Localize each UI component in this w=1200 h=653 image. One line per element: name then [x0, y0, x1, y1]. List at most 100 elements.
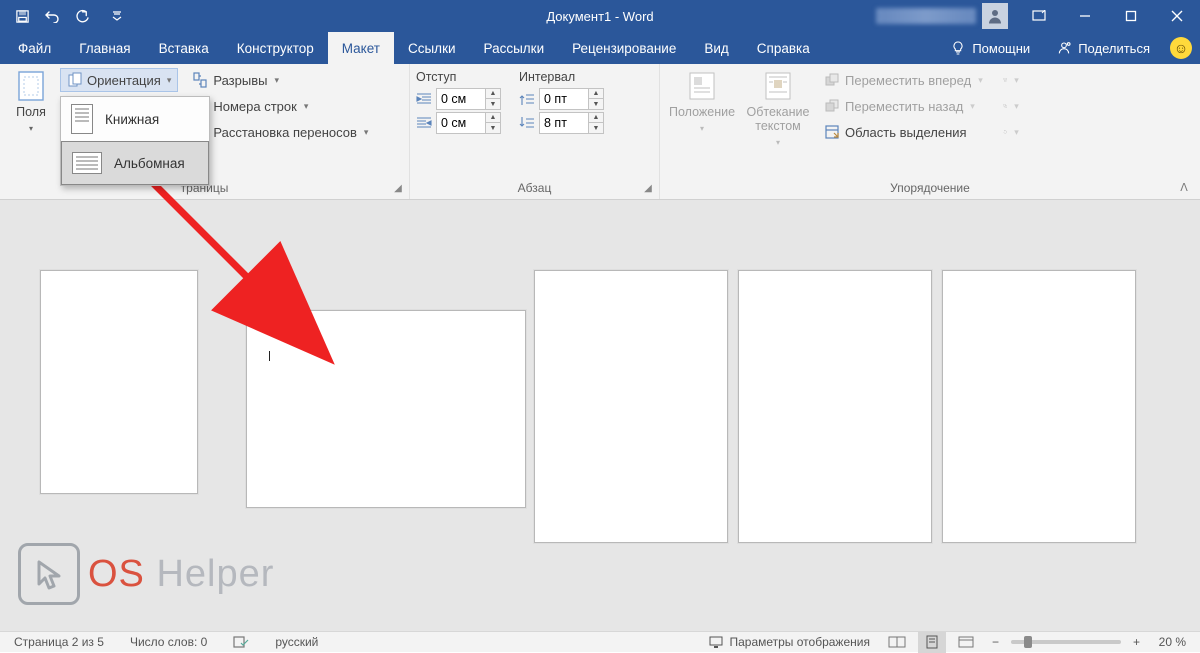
page-1[interactable] [40, 270, 198, 494]
tab-insert[interactable]: Вставка [145, 32, 223, 64]
display-settings-button[interactable]: Параметры отображения [703, 632, 876, 653]
tab-references[interactable]: Ссылки [394, 32, 470, 64]
send-backward-icon [824, 98, 840, 114]
arrange-group-label: Упорядочение [890, 181, 970, 195]
tab-file[interactable]: Файл [4, 32, 65, 64]
space-before-input[interactable]: ▲▼ [539, 88, 604, 110]
space-after-input[interactable]: ▲▼ [539, 112, 604, 134]
page-5[interactable] [942, 270, 1136, 543]
maximize-button[interactable] [1108, 0, 1154, 32]
tab-review[interactable]: Рецензирование [558, 32, 690, 64]
tab-design[interactable]: Конструктор [223, 32, 328, 64]
space-before-icon [519, 91, 535, 107]
breaks-icon [192, 72, 208, 88]
tab-view[interactable]: Вид [690, 32, 742, 64]
tab-layout[interactable]: Макет [328, 32, 394, 64]
group-objects-button[interactable]: ▾ [997, 94, 1025, 118]
indent-right-icon [416, 115, 432, 131]
landscape-icon [72, 152, 102, 174]
orientation-landscape-item[interactable]: Альбомная [61, 141, 209, 185]
status-proofing[interactable] [227, 632, 255, 653]
chevron-down-icon: ▾ [29, 124, 33, 133]
watermark-cursor-icon [18, 543, 80, 605]
display-settings-icon [709, 635, 725, 649]
zoom-in-button[interactable]: + [1127, 632, 1146, 653]
user-name-blurred [876, 8, 976, 24]
view-web-layout[interactable] [952, 632, 980, 653]
feedback-smiley-icon[interactable]: ☺ [1170, 37, 1192, 59]
wrap-icon [762, 70, 794, 102]
qat-customize-button[interactable] [110, 2, 124, 30]
position-button[interactable]: Положение▾ [666, 68, 738, 177]
paragraph-group-label: Абзац [518, 181, 552, 195]
tab-help[interactable]: Справка [743, 32, 824, 64]
watermark-text: OS Helper [88, 553, 274, 596]
status-language[interactable]: русский [269, 632, 324, 653]
zoom-level[interactable]: 20 % [1152, 632, 1192, 653]
portrait-label: Книжная [105, 112, 159, 127]
page-2[interactable] [246, 310, 526, 508]
watermark: OS Helper [18, 543, 274, 605]
zoom-slider[interactable] [1011, 640, 1121, 644]
hyphenation-button[interactable]: bc Расстановка переносов▾ [186, 120, 374, 144]
breaks-label: Разрывы [213, 73, 267, 88]
redo-button[interactable] [68, 2, 96, 30]
orientation-icon [67, 72, 83, 88]
margins-icon [15, 70, 47, 102]
breaks-button[interactable]: Разрывы▾ [186, 68, 374, 92]
zoom-out-button[interactable]: − [986, 632, 1005, 653]
view-print-layout[interactable] [918, 632, 946, 653]
share-button[interactable]: Поделиться [1046, 40, 1160, 56]
tell-me-label: Помощни [972, 41, 1030, 56]
collapse-ribbon-button[interactable]: ᐱ [1174, 179, 1194, 195]
align-button[interactable]: ▾ [997, 68, 1025, 92]
tab-home[interactable]: Главная [65, 32, 144, 64]
chevron-down-icon: ▾ [167, 75, 172, 86]
spacing-header: Интервал [519, 68, 604, 86]
text-cursor [269, 351, 270, 361]
close-button[interactable] [1154, 0, 1200, 32]
selection-pane-icon [824, 124, 840, 140]
quick-access-toolbar [0, 2, 124, 30]
selection-pane-button[interactable]: Область выделения [818, 120, 989, 144]
paragraph-launcher[interactable]: ◢ [641, 183, 655, 197]
indent-left-input[interactable]: ▲▼ [436, 88, 501, 110]
bring-forward-button[interactable]: Переместить вперед▾ [818, 68, 989, 92]
undo-button[interactable] [38, 2, 66, 30]
tell-me-button[interactable]: Помощни [940, 40, 1040, 56]
view-read-mode[interactable] [882, 632, 912, 653]
page-4[interactable] [738, 270, 932, 543]
tab-mailings[interactable]: Рассылки [470, 32, 559, 64]
proofing-icon [233, 635, 249, 649]
status-words[interactable]: Число слов: 0 [124, 632, 213, 653]
status-page[interactable]: Страница 2 из 5 [8, 632, 110, 653]
page-3[interactable] [534, 270, 728, 543]
wrap-text-button[interactable]: Обтекание текстом▾ [742, 68, 814, 177]
line-numbers-button[interactable]: 12 Номера строк▾ [186, 94, 374, 118]
indent-right-input[interactable]: ▲▼ [436, 112, 501, 134]
document-title: Документ1 - Word [546, 9, 653, 24]
landscape-label: Альбомная [114, 156, 185, 171]
minimize-button[interactable] [1062, 0, 1108, 32]
display-settings-label: Параметры отображения [729, 635, 870, 649]
orientation-label: Ориентация [87, 73, 161, 88]
orientation-menu: Книжная Альбомная [60, 96, 210, 186]
margins-button[interactable]: Поля ▾ [6, 68, 56, 177]
save-button[interactable] [8, 2, 36, 30]
bring-forward-icon [824, 72, 840, 88]
ribbon: Поля ▾ Ориентация ▾ Книжная Альбомна [0, 64, 1200, 200]
share-label: Поделиться [1078, 41, 1150, 56]
page-setup-launcher[interactable]: ◢ [391, 183, 405, 197]
document-area[interactable]: OS Helper [0, 200, 1200, 631]
orientation-portrait-item[interactable]: Книжная [61, 97, 209, 141]
orientation-button[interactable]: Ориентация ▾ [60, 68, 178, 92]
space-after-icon [519, 115, 535, 131]
hyphenation-label: Расстановка переносов [213, 125, 357, 140]
ribbon-display-options-button[interactable] [1016, 0, 1062, 32]
ribbon-tabs: Файл Главная Вставка Конструктор Макет С… [0, 32, 1200, 64]
account-area[interactable] [868, 3, 1016, 29]
rotate-button[interactable]: ▾ [997, 120, 1025, 144]
line-numbers-label: Номера строк [213, 99, 296, 114]
send-backward-button[interactable]: Переместить назад▾ [818, 94, 989, 118]
share-icon [1056, 40, 1072, 56]
